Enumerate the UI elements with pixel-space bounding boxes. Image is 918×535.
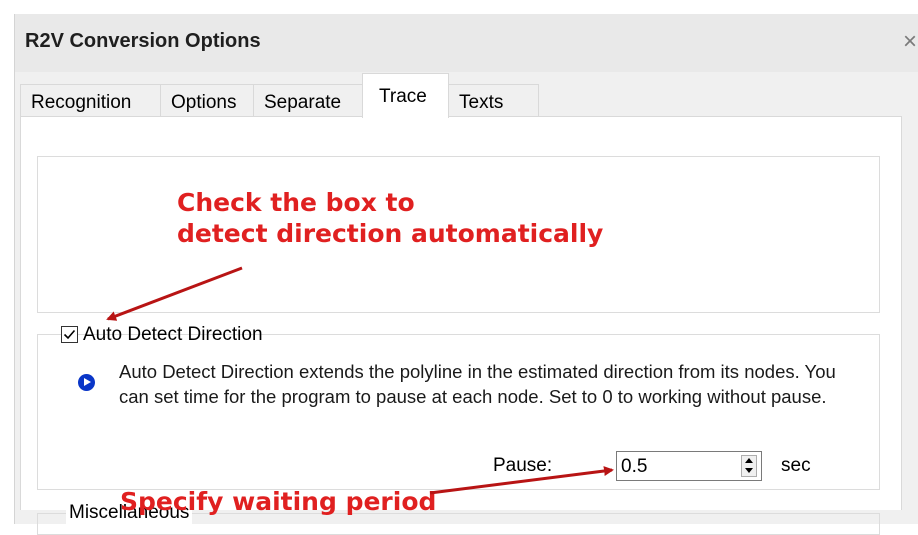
- arrow-to-checkbox: [106, 266, 243, 321]
- tab-trace[interactable]: Trace: [362, 73, 449, 118]
- arrow-to-pause: [429, 466, 614, 495]
- annotation-arrows: [106, 266, 614, 495]
